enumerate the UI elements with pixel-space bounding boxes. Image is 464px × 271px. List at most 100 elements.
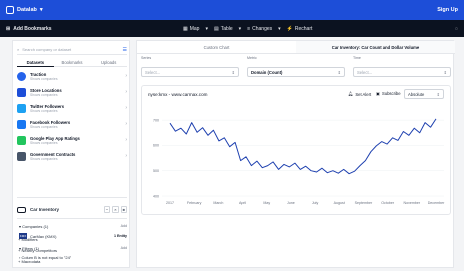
- dataset-title: Google Play App Ratings: [30, 135, 80, 141]
- changes-icon: ≡: [247, 25, 251, 32]
- divider: [17, 197, 127, 198]
- chevron-right-icon: ›: [125, 89, 127, 95]
- top-bar: Datalab ▾ Sign Up: [0, 0, 464, 20]
- subscribe-button[interactable]: ▣ Subscribe: [376, 91, 401, 96]
- rechart-label: Rechart: [294, 25, 313, 32]
- dataset-subtitle: Shows companies: [30, 76, 58, 81]
- chevron-right-icon: ›: [125, 105, 127, 111]
- series-select[interactable]: Select... ⇕: [141, 67, 239, 77]
- tab-bookmarks[interactable]: Bookmarks: [53, 58, 91, 67]
- chevron-right-icon: ›: [125, 121, 127, 127]
- dropdown-icon[interactable]: ▾: [239, 26, 242, 32]
- map-label: Map: [189, 25, 200, 32]
- left-panel: ⌕ Search company or dataset ☰ Datasets B…: [12, 40, 130, 268]
- chevron-updown-icon: ⇕: [443, 69, 447, 75]
- companies-label: Companies (1): [22, 223, 49, 229]
- left-tabs: Datasets Bookmarks Uploads: [17, 58, 128, 67]
- chevron-down-icon: ▾: [39, 7, 43, 13]
- tab-datasets[interactable]: Datasets: [17, 58, 54, 67]
- x-tick-label: February: [187, 201, 202, 205]
- nearby-competitors-section[interactable]: + Nearby Competitors: [18, 246, 128, 254]
- chevron-right-icon: ›: [125, 153, 127, 159]
- view-switcher: ▦ Map ▾ ▤ Table ▾ ≡ Changes ▾ ⚡ Rechart: [183, 26, 312, 32]
- minimize-icon[interactable]: −: [103, 206, 111, 213]
- signup-link[interactable]: Sign Up: [437, 7, 458, 13]
- series-line: [169, 118, 437, 175]
- close-icon[interactable]: ×: [112, 206, 119, 213]
- x-tick-label: November: [404, 201, 421, 205]
- dataset-subtitle: Shows companies: [30, 156, 58, 161]
- loading-spinner-icon: ◌: [455, 25, 458, 32]
- companies-section[interactable]: ▾ Companies (1) Add: [19, 222, 127, 230]
- metric-label: Metric: [247, 56, 257, 60]
- dataset-subtitle: Shows companies: [30, 124, 58, 129]
- add-company-link[interactable]: Add: [121, 224, 127, 228]
- metric-select[interactable]: Domain (Count) ⇕: [247, 67, 345, 77]
- series-select-value: Select...: [145, 69, 161, 75]
- dropdown-icon[interactable]: ▾: [278, 26, 281, 32]
- time-select[interactable]: Select... ⇕: [353, 67, 451, 77]
- set-alert-button[interactable]: 🔔︎ Set Alert: [348, 91, 371, 97]
- map-button[interactable]: ▦ Map: [183, 26, 199, 32]
- chevron-right-icon: ›: [125, 137, 127, 143]
- y-tick-label: 600: [153, 144, 159, 148]
- dataset-item-traction[interactable]: Traction Shows companies ›: [17, 69, 127, 83]
- dataset-item-twitter-followers[interactable]: Twitter Followers Shows companies ›: [17, 101, 127, 115]
- dataset-item-store-locations[interactable]: Store Locations Shows companies ›: [17, 85, 127, 99]
- bell-icon: 🔔︎: [348, 91, 354, 96]
- tab-uploads[interactable]: Uploads: [90, 58, 128, 67]
- brand-name: Datalab: [17, 7, 37, 13]
- modifiers-section[interactable]: + Modifiers: [18, 235, 128, 243]
- dataset-item-facebook-followers[interactable]: Facebook Followers Shows companies ›: [17, 117, 127, 131]
- dataset-item-government-contracts[interactable]: Government Contracts Shows companies ›: [17, 149, 127, 163]
- x-tick-label: September: [355, 201, 373, 205]
- filter-icon[interactable]: ☰: [123, 47, 127, 53]
- changes-button[interactable]: ≡ Changes: [247, 26, 272, 32]
- dataset-subtitle: Shows companies: [30, 92, 58, 97]
- rechart-button[interactable]: ⚡ Rechart: [287, 26, 313, 32]
- search-icon: ⌕: [17, 47, 20, 52]
- chevron-right-icon: ›: [125, 73, 127, 79]
- x-tick-label: December: [428, 201, 445, 205]
- add-bookmarks-label: Add Bookmarks: [13, 25, 52, 32]
- dataset-title: Store Locations: [30, 87, 62, 93]
- dataset-subtitle: Shows companies: [30, 140, 58, 145]
- dataset-item-google-play[interactable]: Google Play App Ratings Shows companies ›: [17, 133, 127, 147]
- divider: [17, 218, 127, 219]
- time-select-value: Select...: [357, 69, 373, 75]
- line-chart: 400 500 600 700 2017 February March April May Jun…: [153, 118, 445, 205]
- datalab-logo-icon: [6, 6, 14, 14]
- y-tick-label: 500: [153, 169, 159, 173]
- chevron-updown-icon: ⇕: [436, 91, 440, 97]
- x-tick-label: March: [213, 201, 223, 205]
- twitter-icon: [17, 103, 26, 113]
- traction-icon: [17, 71, 26, 81]
- mode-select[interactable]: Absolute ⇕: [404, 89, 444, 99]
- y-tick-label: 400: [153, 194, 159, 198]
- x-tick-label: July: [312, 201, 319, 205]
- dataset-title: Facebook Followers: [30, 119, 71, 125]
- dropdown-icon[interactable]: ▾: [205, 26, 208, 32]
- bookmark-icon: ⊞: [6, 25, 11, 32]
- x-tick-label: August: [334, 201, 345, 205]
- dataset-subtitle: Shows companies: [30, 108, 58, 113]
- table-icon: ▤: [213, 25, 219, 32]
- table-label: Table: [220, 25, 233, 32]
- table-button[interactable]: ▤ Table: [214, 26, 233, 32]
- expand-icon[interactable]: ■: [120, 206, 127, 213]
- tab-car-inventory[interactable]: Car Inventory: Car Count and Dollar Volu…: [296, 41, 455, 53]
- map-icon: ▦: [183, 25, 188, 32]
- series-label: Series: [141, 56, 152, 60]
- app-frame: Datalab ▾ Sign Up ⊞ Add Bookmarks ▦ Map ▾…: [0, 0, 464, 271]
- search-bar[interactable]: ⌕ Search company or dataset ☰: [17, 45, 127, 55]
- nearby-label: Nearby Competitors: [21, 247, 58, 253]
- chevron-updown-icon: ⇕: [231, 69, 235, 75]
- changes-label: Changes: [252, 25, 273, 32]
- tab-custom-chart[interactable]: Custom Chart: [137, 41, 296, 53]
- main-panel: Custom Chart Car Inventory: Car Count an…: [136, 40, 455, 268]
- chart-title: nyse:kmx - www.carmax.com: [148, 92, 208, 97]
- brand-menu[interactable]: Datalab ▾: [6, 6, 43, 14]
- add-bookmarks-button[interactable]: ⊞ Add Bookmarks: [6, 26, 52, 32]
- macrodata-section[interactable]: + Macrodata: [18, 257, 128, 265]
- facebook-icon: [17, 119, 26, 129]
